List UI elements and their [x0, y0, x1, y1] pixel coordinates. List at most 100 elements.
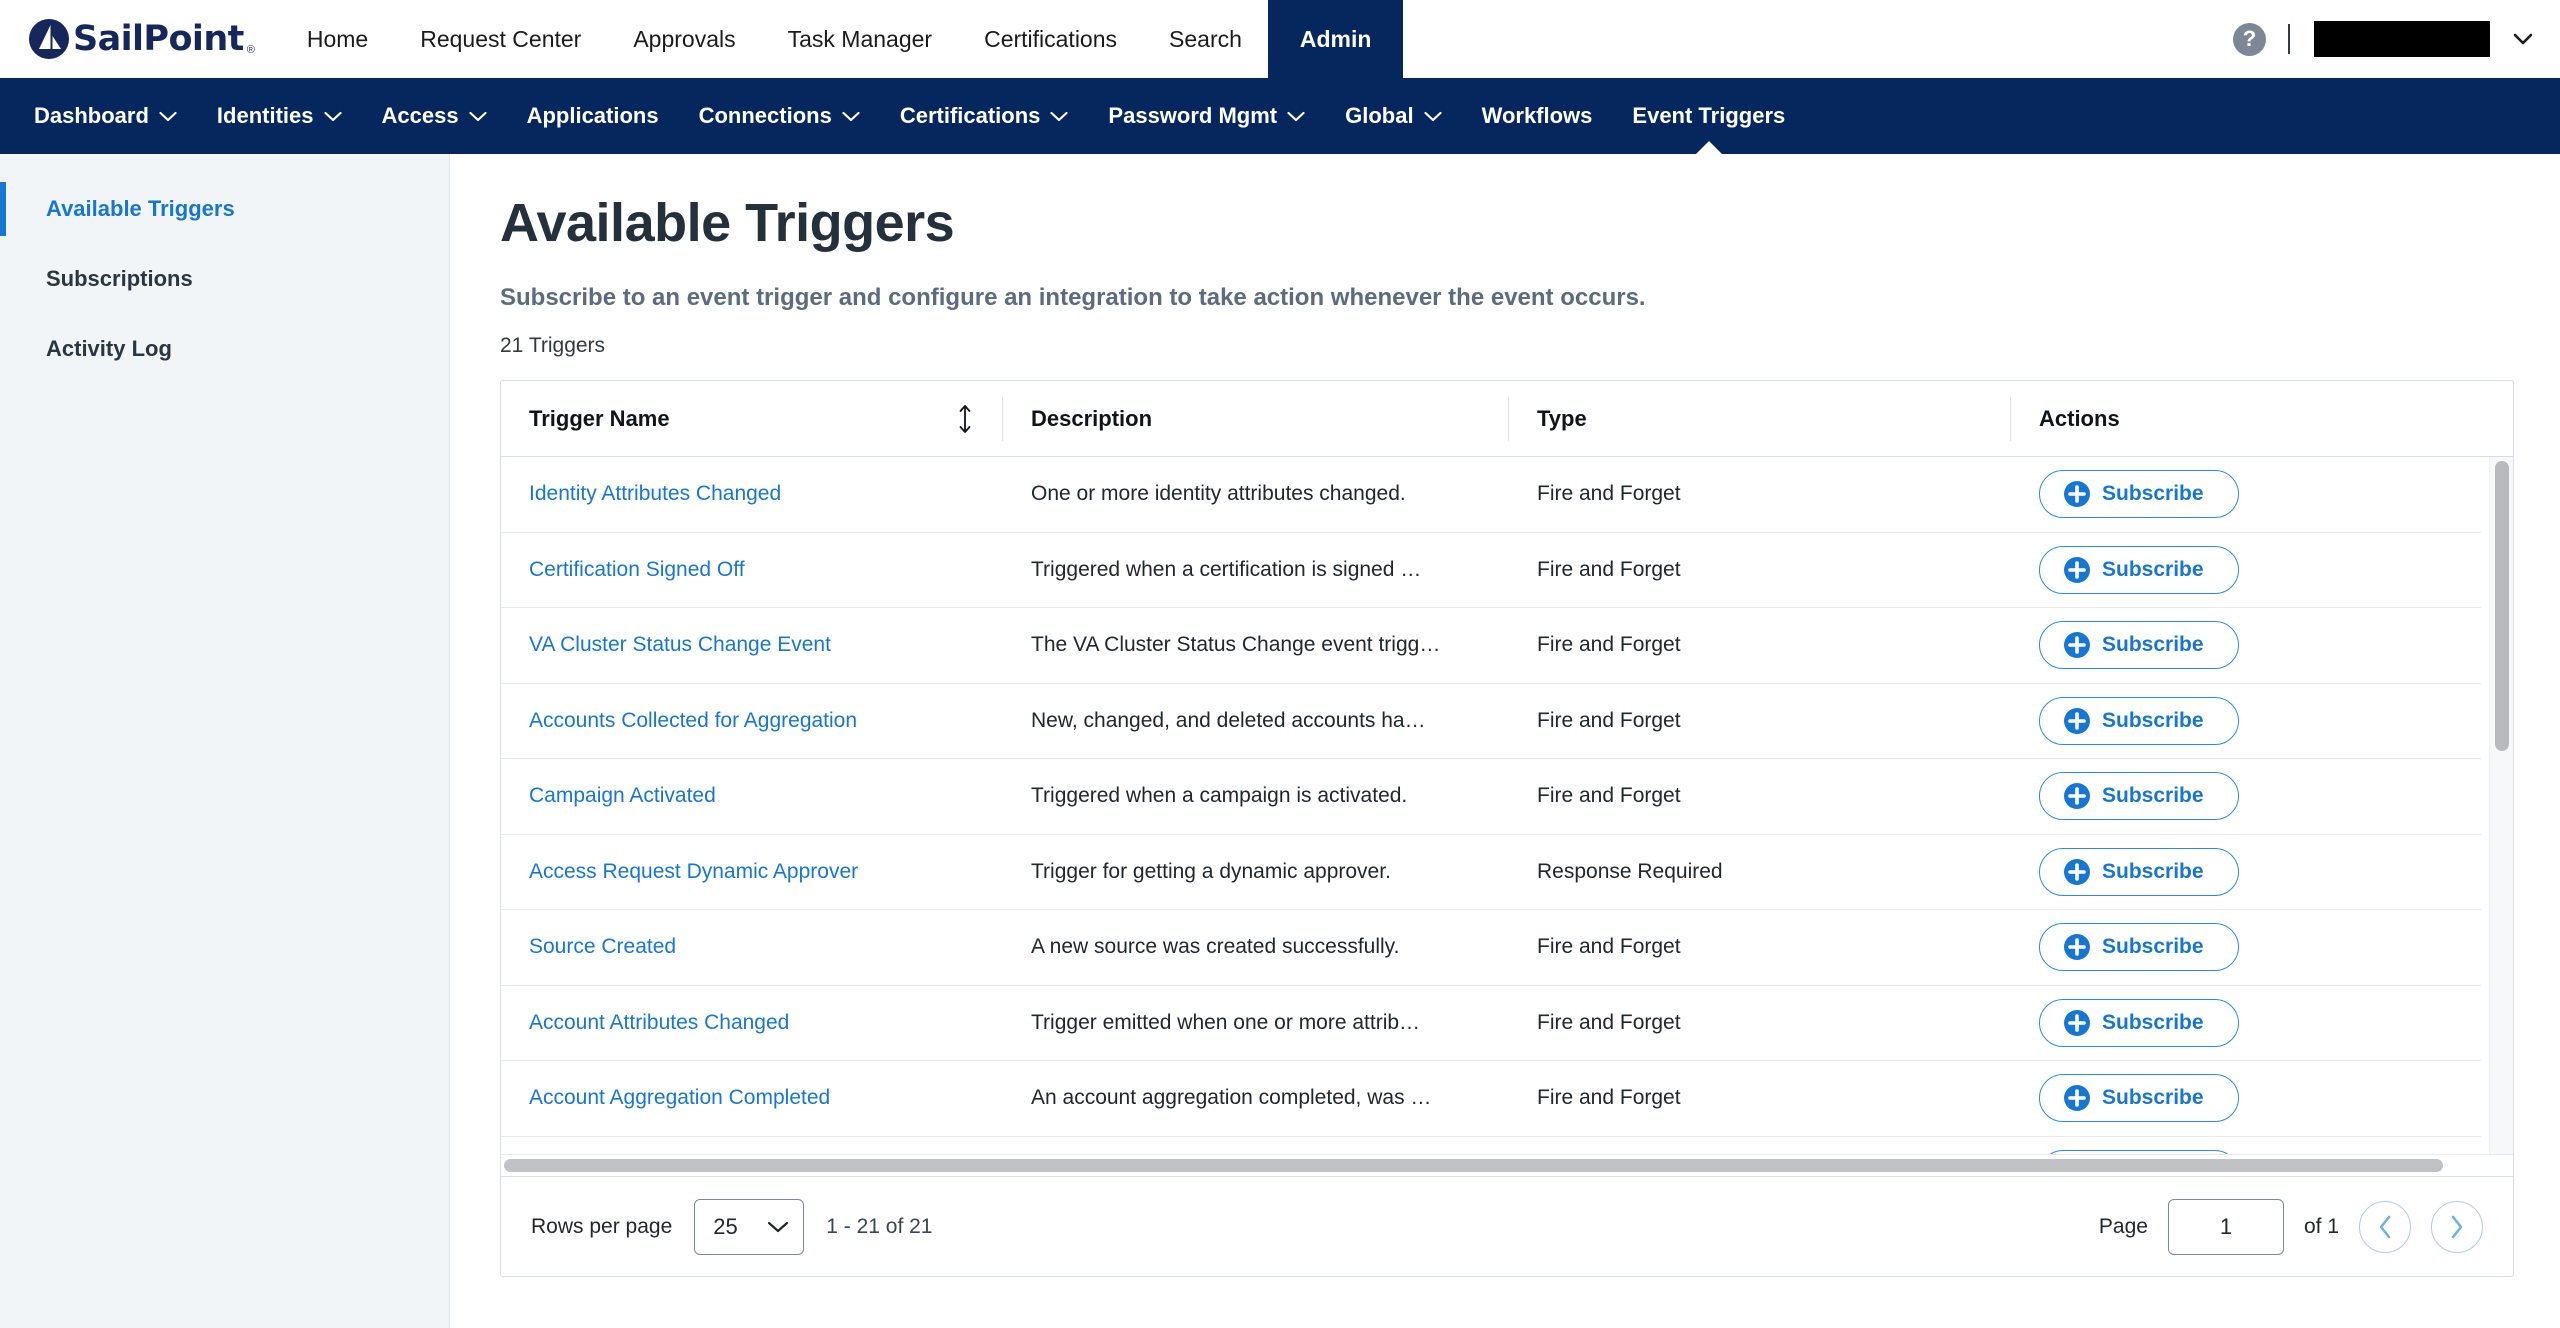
cell-trigger-name: Identity Attributes Changed: [501, 482, 1003, 506]
subnav-label-applications: Applications: [527, 103, 659, 129]
cell-trigger-name: Accounts Collected for Aggregation: [501, 709, 1003, 733]
cell-description: One or more identity attributes changed.: [1003, 482, 1509, 506]
trigger-name-link[interactable]: Source Created: [529, 935, 676, 958]
trigger-name-link[interactable]: VA Cluster Status Change Event: [529, 633, 831, 656]
table-body-viewport: Identity Attributes Changed One or more …: [501, 457, 2513, 1154]
subscribe-button[interactable]: Subscribe: [2039, 621, 2239, 669]
column-header-trigger-name[interactable]: Trigger Name: [501, 397, 1003, 441]
table-row: Access Request Dynamic Approver Trigger …: [501, 835, 2481, 911]
subscribe-button[interactable]: Subscribe: [2039, 546, 2239, 594]
subnav-label-global: Global: [1345, 103, 1413, 129]
topnav-item-search[interactable]: Search: [1143, 0, 1268, 78]
table-row: VA Cluster Status Change Event The VA Cl…: [501, 608, 2481, 684]
brand-logo-area[interactable]: SailPoint ®: [0, 0, 281, 78]
subscribe-button[interactable]: Subscribe: [2039, 1074, 2239, 1122]
plus-circle-icon: [2064, 934, 2090, 960]
plus-circle-icon: [2064, 859, 2090, 885]
subnav-item-access[interactable]: Access: [362, 78, 507, 154]
cell-description: An account aggregation completed, was …: [1003, 1086, 1509, 1110]
plus-circle-icon: [2064, 481, 2090, 507]
trigger-name-link[interactable]: Accounts Collected for Aggregation: [529, 709, 857, 732]
subscribe-button-label: Subscribe: [2102, 558, 2204, 582]
trigger-name-link[interactable]: Account Attributes Changed: [529, 1011, 789, 1034]
sort-updown-icon[interactable]: [956, 404, 974, 434]
table-horizontal-scrollbar[interactable]: [501, 1154, 2513, 1176]
subscribe-button[interactable]: Subscribe: [2039, 470, 2239, 518]
cell-trigger-name: VA Cluster Status Change Event: [501, 633, 1003, 657]
plus-circle-icon: [2064, 783, 2090, 809]
topnav-item-task-manager[interactable]: Task Manager: [762, 0, 958, 78]
subnav-label-access: Access: [382, 103, 459, 129]
cell-trigger-name: Access Request Dynamic Approver: [501, 860, 1003, 884]
table-vertical-scrollbar[interactable]: [2489, 457, 2513, 1154]
topnav-item-home[interactable]: Home: [281, 0, 394, 78]
cell-description: A new source was created successfully.: [1003, 935, 1509, 959]
sidebar-item-subscriptions[interactable]: Subscriptions: [0, 244, 449, 314]
column-header-type: Type: [1509, 397, 2011, 441]
next-page-button[interactable]: [2431, 1201, 2483, 1253]
subnav-item-certifications[interactable]: Certifications: [880, 78, 1089, 154]
trigger-name-link[interactable]: Certification Signed Off: [529, 558, 745, 581]
subnav-item-password-mgmt[interactable]: Password Mgmt: [1088, 78, 1325, 154]
cell-description: The VA Cluster Status Change event trigg…: [1003, 633, 1509, 657]
user-account-name-redacted[interactable]: [2314, 21, 2490, 57]
previous-page-button[interactable]: [2359, 1201, 2411, 1253]
cell-trigger-name: Campaign Activated: [501, 784, 1003, 808]
column-header-actions: Actions: [2011, 397, 2481, 441]
cell-type: Fire and Forget: [1509, 784, 2011, 808]
trigger-name-link[interactable]: Campaign Activated: [529, 784, 716, 807]
page-label: Page: [2099, 1215, 2148, 1239]
trigger-name-link[interactable]: Account Aggregation Completed: [529, 1086, 830, 1109]
primary-navigation: Home Request Center Approvals Task Manag…: [281, 0, 2233, 78]
topnav-item-request-center[interactable]: Request Center: [394, 0, 607, 78]
subnav-item-connections[interactable]: Connections: [679, 78, 880, 154]
subscribe-button[interactable]: Subscribe: [2039, 923, 2239, 971]
subscribe-button[interactable]: Subscribe: [2039, 848, 2239, 896]
topnav-item-approvals[interactable]: Approvals: [607, 0, 761, 78]
subscribe-button[interactable]: Subscribe: [2039, 772, 2239, 820]
subnav-item-event-triggers[interactable]: Event Triggers: [1612, 78, 1805, 154]
cell-actions: Subscribe: [2011, 697, 2481, 745]
chevron-down-icon[interactable]: [2512, 28, 2534, 50]
subscribe-button[interactable]: Subscribe: [2039, 697, 2239, 745]
subnav-item-identities[interactable]: Identities: [197, 78, 362, 154]
cell-trigger-name: Source Created: [501, 935, 1003, 959]
chevron-down-icon: [842, 111, 860, 122]
cell-trigger-name: Account Attributes Changed: [501, 1011, 1003, 1035]
subnav-item-applications[interactable]: Applications: [507, 78, 679, 154]
chevron-down-icon: [1287, 111, 1305, 122]
triggers-table-card: Trigger Name Description Type Actions Id…: [500, 380, 2514, 1277]
chevron-down-icon: [1424, 111, 1442, 122]
header-divider: [2288, 24, 2290, 54]
subnav-item-global[interactable]: Global: [1325, 78, 1461, 154]
topnav-item-admin[interactable]: Admin: [1268, 0, 1404, 78]
page-number-input[interactable]: 1: [2168, 1199, 2284, 1255]
subnav-item-workflows[interactable]: Workflows: [1462, 78, 1613, 154]
table-pagination-footer: Rows per page 25 1 - 21 of 21 Page 1 of …: [501, 1176, 2513, 1276]
cell-description: Triggered when a campaign is activated.: [1003, 784, 1509, 808]
chevron-down-icon: [159, 111, 177, 122]
table-vertical-scrollbar-thumb[interactable]: [2495, 461, 2509, 751]
pagination-left-group: Rows per page 25 1 - 21 of 21: [531, 1199, 933, 1255]
subscribe-button[interactable]: Subscribe: [2039, 999, 2239, 1047]
trigger-name-link[interactable]: Access Request Dynamic Approver: [529, 860, 858, 883]
cell-description: New, changed, and deleted accounts ha…: [1003, 709, 1509, 733]
subscribe-button-label: Subscribe: [2102, 860, 2204, 884]
trigger-name-link[interactable]: Identity Attributes Changed: [529, 482, 781, 505]
help-circle-icon[interactable]: ?: [2233, 23, 2266, 56]
topnav-item-certifications[interactable]: Certifications: [958, 0, 1143, 78]
sidebar-item-activity-log[interactable]: Activity Log: [0, 314, 449, 384]
rows-per-page-select[interactable]: 25: [694, 1199, 804, 1255]
chevron-left-icon: [2375, 1214, 2395, 1240]
subscribe-button-label: Subscribe: [2102, 709, 2204, 733]
cell-type: Fire and Forget: [1509, 1011, 2011, 1035]
table-horizontal-scrollbar-thumb[interactable]: [504, 1159, 2443, 1172]
subnav-label-dashboard: Dashboard: [34, 103, 149, 129]
top-header-bar: SailPoint ® Home Request Center Approval…: [0, 0, 2560, 78]
page-body: Available Triggers Subscriptions Activit…: [0, 154, 2560, 1328]
sidebar-item-available-triggers[interactable]: Available Triggers: [0, 174, 449, 244]
subnav-item-dashboard[interactable]: Dashboard: [14, 78, 197, 154]
results-range-label: 1 - 21 of 21: [826, 1215, 932, 1239]
table-row: Certification Signed Off Triggered when …: [501, 533, 2481, 609]
plus-circle-icon: [2064, 632, 2090, 658]
